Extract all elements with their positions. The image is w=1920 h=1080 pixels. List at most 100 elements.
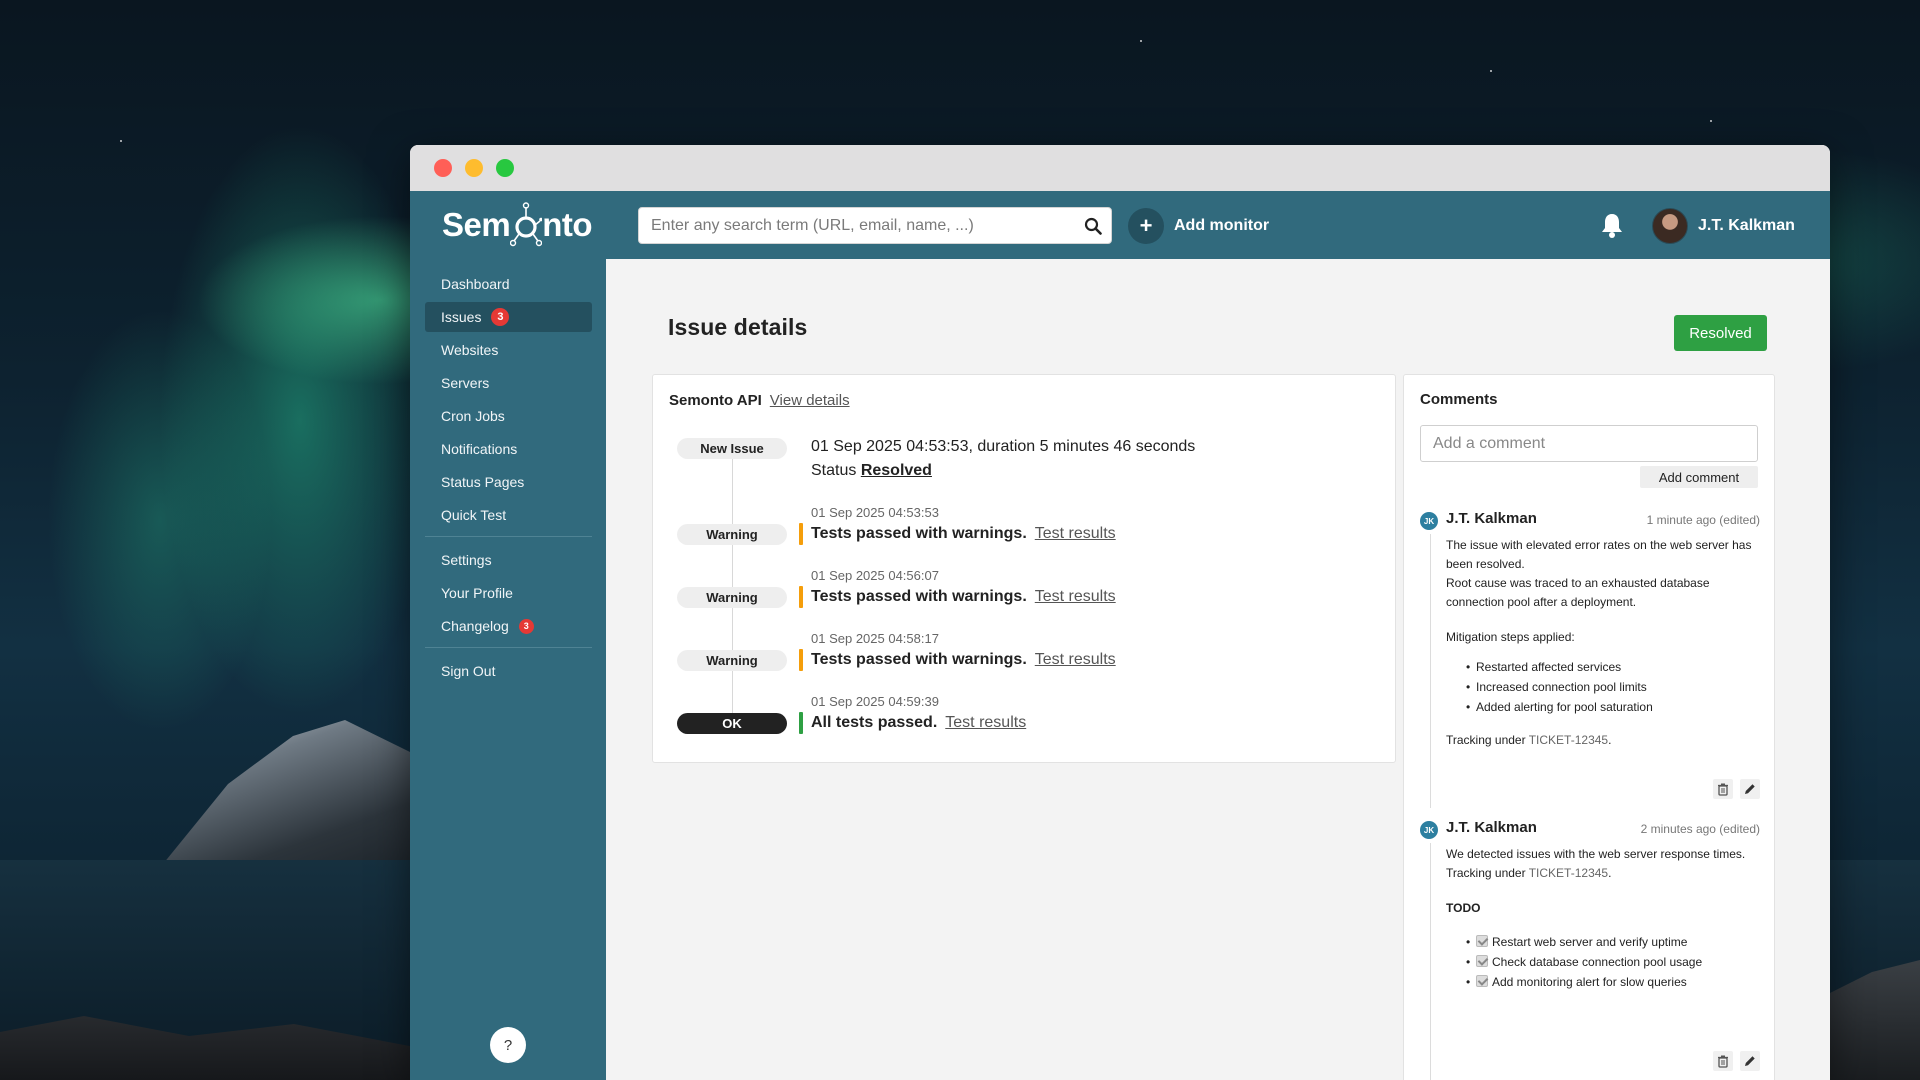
todo-item: Check database connection pool usage [1466,952,1762,972]
ok-pill: OK [677,713,787,734]
minimize-window-button[interactable] [465,159,483,177]
test-results-link[interactable]: Test results [1035,651,1116,669]
event-row: Tests passed with warnings. Test results [799,649,1116,671]
todo-title: TODO [1446,901,1481,915]
issues-count-badge: 3 [491,308,510,326]
event-message: Tests passed with warnings. [811,651,1027,668]
event-message: Tests passed with warnings. [811,525,1027,542]
comment-tracking: Tracking under TICKET-12345. [1446,864,1762,883]
warning-pill: Warning [677,650,787,671]
sidebar-item-websites[interactable]: Websites [425,335,592,365]
sidebar-nav: Dashboard Issues 3 Websites Servers Cron… [425,269,592,689]
checkbox-checked-icon[interactable] [1476,975,1488,987]
checkbox-checked-icon[interactable] [1476,955,1488,967]
semonto-logo[interactable]: Sem nto [442,201,593,249]
tracking-prefix: Tracking under [1446,733,1526,747]
sidebar-item-issues[interactable]: Issues 3 [425,302,592,332]
list-item: Added alerting for pool saturation [1466,697,1762,717]
sidebar-item-status-pages[interactable]: Status Pages [425,467,592,497]
sidebar-item-your-profile[interactable]: Your Profile [425,578,592,608]
todo-label: Check database connection pool usage [1492,955,1703,969]
sidebar-item-label: Websites [441,342,499,358]
status-prefix: Status [811,462,857,479]
maximize-window-button[interactable] [496,159,514,177]
comment-input[interactable] [1420,425,1758,462]
comment-time: 2 minutes ago (edited) [1640,822,1760,836]
add-monitor-button[interactable]: + Add monitor [1128,207,1269,244]
page-title: Issue details [668,314,808,340]
logo-hub-icon [510,201,544,249]
view-details-link[interactable]: View details [770,392,850,409]
list-item: Increased connection pool limits [1466,677,1762,697]
comment-actions [1713,779,1760,799]
test-results-link[interactable]: Test results [1035,588,1116,606]
main-content: Issue details Resolved Semonto API View … [606,259,1830,1080]
test-results-link[interactable]: Test results [1035,525,1116,543]
sidebar-item-settings[interactable]: Settings [425,545,592,575]
monitor-name: Semonto API [669,392,762,409]
star [1140,40,1142,42]
ticket-link[interactable]: TICKET-12345 [1529,866,1608,880]
event-time: 01 Sep 2025 04:56:07 [811,568,939,583]
tracking-suffix: . [1608,866,1612,880]
help-button[interactable]: ? [490,1027,526,1063]
user-menu[interactable]: J.T. Kalkman [1652,207,1795,244]
comment-thread-line [1430,843,1431,1080]
comment-body: The issue with elevated error rates on t… [1446,536,1762,750]
user-name: J.T. Kalkman [1698,216,1795,234]
sidebar-item-label: Changelog [441,618,509,634]
comment-time: 1 minute ago (edited) [1646,513,1760,527]
sidebar-item-servers[interactable]: Servers [425,368,592,398]
comment-author: J.T. Kalkman [1446,510,1537,527]
add-comment-button[interactable]: Add comment [1640,466,1758,488]
tracking-suffix: . [1608,733,1612,747]
comments-title: Comments [1420,391,1498,408]
sidebar-item-sign-out[interactable]: Sign Out [425,656,592,686]
sidebar-divider [425,647,592,648]
comment-text: Root cause was traced to an exhausted da… [1446,576,1710,609]
event-row: Tests passed with warnings. Test results [799,586,1116,608]
comment-thread-line [1430,534,1431,808]
comment: JK J.T. Kalkman 1 minute ago (edited) Th… [1420,510,1762,808]
trash-icon[interactable] [1713,1051,1733,1071]
checkbox-checked-icon[interactable] [1476,935,1488,947]
comment-actions [1713,1051,1760,1071]
list-item: Restarted affected services [1466,657,1762,677]
trash-icon[interactable] [1713,779,1733,799]
sidebar-item-cron-jobs[interactable]: Cron Jobs [425,401,592,431]
warning-indicator [799,586,803,608]
sidebar-item-dashboard[interactable]: Dashboard [425,269,592,299]
comment-text: Mitigation steps applied: [1446,630,1575,644]
sidebar-item-quick-test[interactable]: Quick Test [425,500,592,530]
background-mountain [150,720,410,880]
sidebar-item-label: Status Pages [441,474,525,490]
sidebar-item-notifications[interactable]: Notifications [425,434,592,464]
ok-indicator [799,712,803,734]
search-icon[interactable] [1075,208,1111,243]
pencil-icon[interactable] [1740,1051,1760,1071]
comment-body: We detected issues with the web server r… [1446,845,1762,992]
comment-tracking: Tracking under TICKET-12345. [1446,731,1762,750]
ticket-link[interactable]: TICKET-12345 [1529,733,1608,747]
pencil-icon[interactable] [1740,779,1760,799]
sidebar: Dashboard Issues 3 Websites Servers Cron… [410,259,606,1080]
sidebar-item-label: Notifications [441,441,518,457]
sidebar-item-changelog[interactable]: Changelog 3 [425,611,592,641]
sidebar-item-label: Settings [441,552,492,568]
top-bar: Sem nto Enter any search term (URL, emai… [410,191,1830,259]
event-time: 01 Sep 2025 04:53:53 [811,505,939,520]
bell-icon[interactable] [1598,211,1626,241]
new-issue-pill: New Issue [677,438,787,459]
event-row: Tests passed with warnings. Test results [799,523,1116,545]
browser-window: Sem nto Enter any search term (URL, emai… [410,145,1830,1080]
resolved-status-button[interactable]: Resolved [1674,315,1767,351]
window-titlebar [410,145,1830,191]
search-input[interactable] [639,208,1075,243]
comment: JK J.T. Kalkman 2 minutes ago (edited) W… [1420,819,1762,1080]
close-window-button[interactable] [434,159,452,177]
comment-avatar: JK [1420,512,1438,530]
todo-label: Restart web server and verify uptime [1492,935,1688,949]
comment-author: J.T. Kalkman [1446,819,1537,836]
comment-avatar: JK [1420,821,1438,839]
test-results-link[interactable]: Test results [945,714,1026,732]
